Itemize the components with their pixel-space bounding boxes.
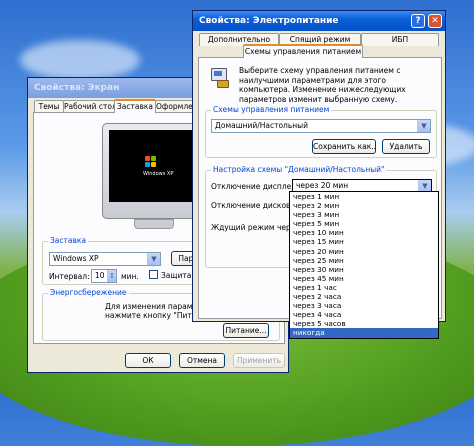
dropdown-option[interactable]: через 4 часа (290, 310, 438, 319)
dropdown-option[interactable]: через 5 мин (290, 219, 438, 228)
screensaver-select[interactable]: Windows XP ▼ (49, 252, 161, 266)
tab-ups[interactable]: ИБП (361, 33, 439, 46)
chevron-down-icon: ▼ (147, 253, 160, 265)
power-button[interactable]: Питание... (223, 323, 269, 338)
spinner-arrows-icon[interactable]: ↕ (107, 270, 116, 282)
save-as-button[interactable]: Сохранить как... (312, 139, 376, 154)
apply-button[interactable]: Применить (233, 353, 285, 368)
dropdown-option[interactable]: через 25 мин (290, 256, 438, 265)
interval-stepper[interactable]: 10 ↕ (91, 269, 117, 283)
dropdown-option[interactable]: через 10 мин (290, 228, 438, 237)
dropdown-option[interactable]: через 5 часов (290, 319, 438, 328)
preview-os-text: Windows XP (143, 171, 174, 177)
monitor-stand (134, 219, 174, 229)
schemes-group: Схемы управления питанием Домашний/Насто… (205, 105, 437, 158)
power-window-titlebar[interactable]: Свойства: Электропитание (193, 11, 445, 31)
display-off-label: Отключение дисплея: (211, 182, 299, 191)
password-checkbox[interactable] (149, 270, 158, 279)
dropdown-option[interactable]: через 2 мин (290, 201, 438, 210)
chevron-down-icon: ▼ (417, 120, 430, 132)
delete-button[interactable]: Удалить (382, 139, 430, 154)
dropdown-option[interactable]: через 3 часа (290, 301, 438, 310)
display-window-title: Свойства: Экран (34, 83, 120, 93)
interval-label: Интервал: (49, 272, 90, 281)
preview-screen: Windows XP (109, 130, 197, 202)
power-plug-monitor-icon (209, 68, 231, 88)
disks-off-label: Отключение дисков: (211, 201, 293, 210)
dropdown-option[interactable]: через 45 мин (290, 274, 438, 283)
dropdown-option[interactable]: через 20 мин (290, 247, 438, 256)
dropdown-option[interactable]: через 1 мин (290, 192, 438, 201)
help-icon[interactable]: ? (411, 14, 425, 28)
ok-button[interactable]: ОК (125, 353, 171, 368)
windows-flag-icon (145, 156, 157, 168)
tab-power-schemes[interactable]: Схемы управления питанием (243, 44, 363, 58)
dropdown-option[interactable]: через 30 мин (290, 265, 438, 274)
dropdown-option[interactable]: через 3 мин (290, 210, 438, 219)
cancel-button[interactable]: Отмена (179, 353, 225, 368)
close-icon[interactable]: ✕ (428, 14, 442, 28)
interval-unit: мин. (121, 272, 139, 281)
dropdown-option[interactable]: через 2 часа (290, 292, 438, 301)
scheme-select[interactable]: Домашний/Настольный ▼ (211, 119, 431, 133)
power-window-title: Свойства: Электропитание (199, 16, 339, 26)
dropdown-option[interactable]: через 15 мин (290, 237, 438, 246)
dropdown-option[interactable]: через 1 час (290, 283, 438, 292)
standby-label: Ждущий режим через (211, 223, 300, 232)
monitor-preview: Windows XP (102, 123, 204, 219)
display-off-dropdown-list[interactable]: через 1 мин через 2 мин через 3 мин через 5… (289, 191, 439, 339)
intro-text: Выберите схему управления питанием с наи… (239, 66, 406, 104)
dropdown-option[interactable]: никогда (290, 328, 438, 338)
tab-screensaver[interactable]: Заставка (114, 99, 156, 113)
